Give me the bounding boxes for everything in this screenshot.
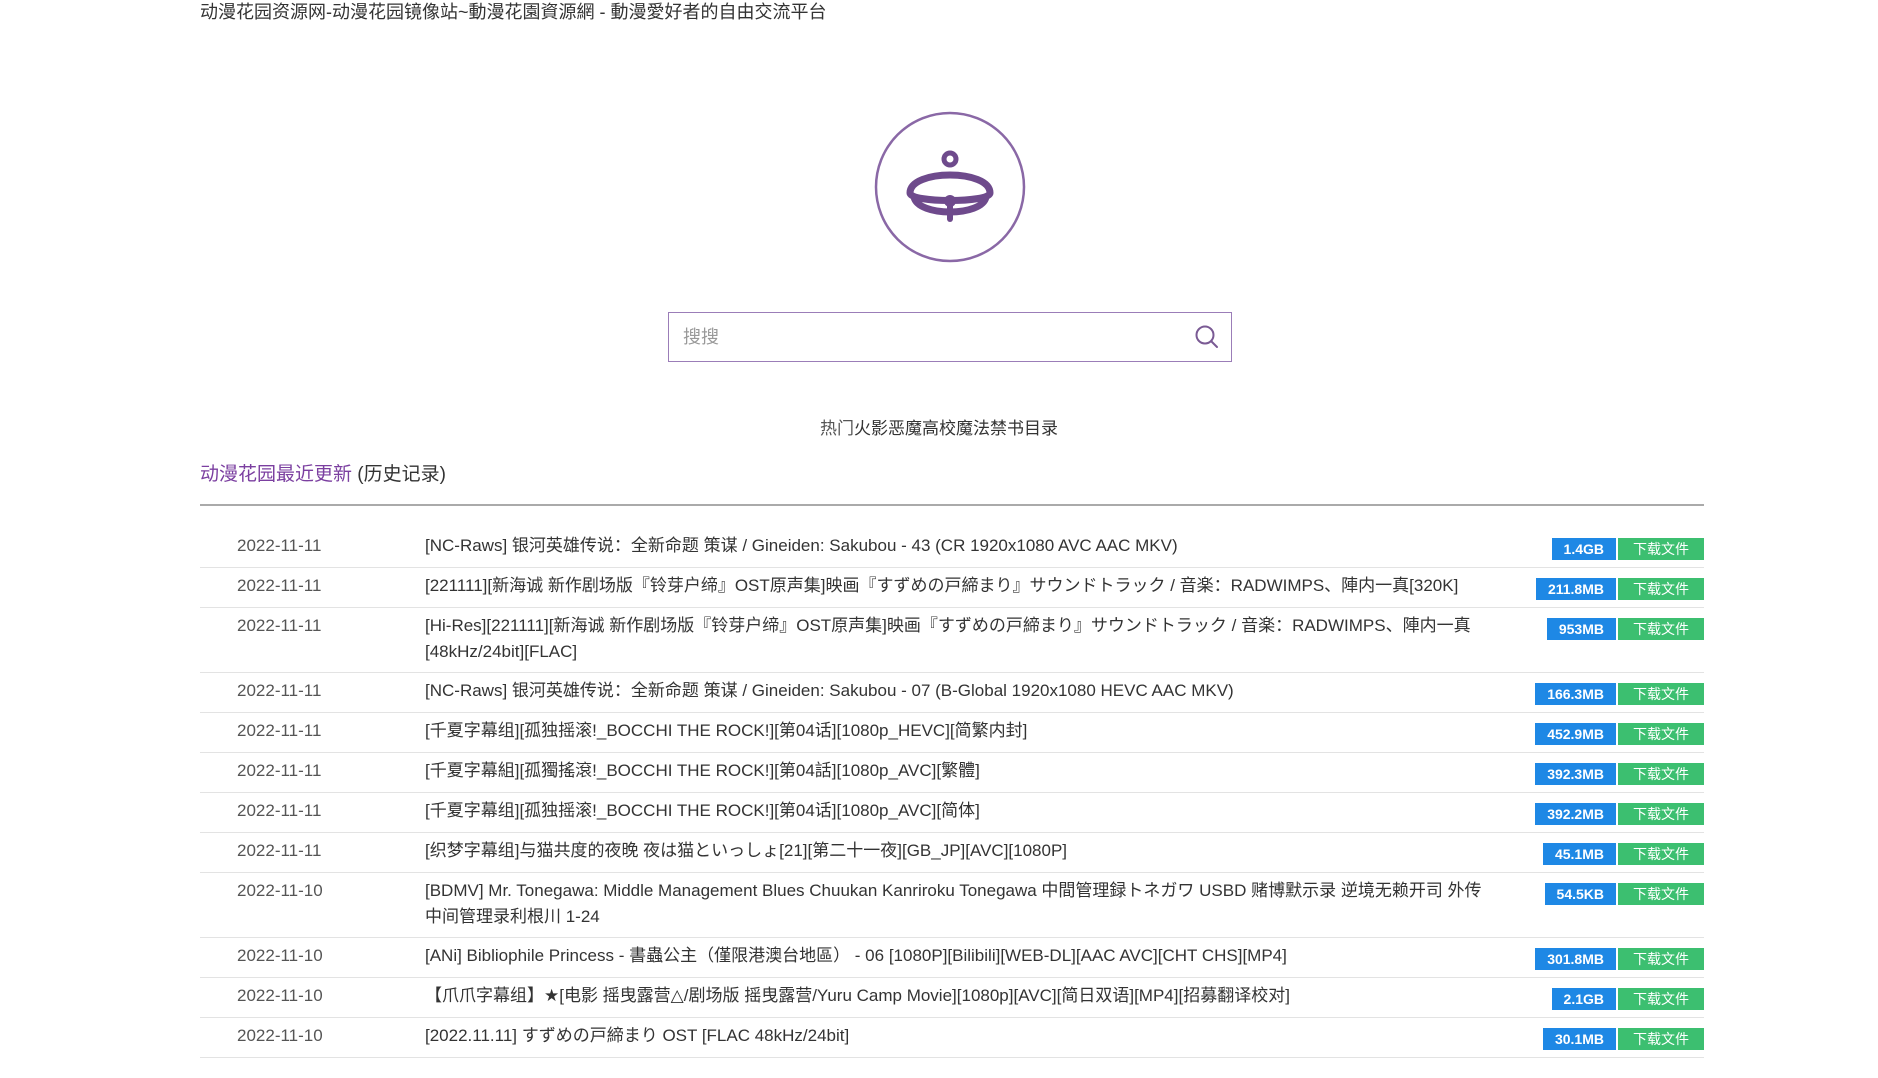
download-button[interactable]: 下载文件 [1618,763,1704,785]
table-row: 2022-11-11 [NC-Raws] 银河英雄传说：全新命题 策谋 / Gi… [200,528,1704,568]
row-date: 2022-11-10 [237,1026,323,1045]
row-date: 2022-11-11 [237,801,322,820]
download-button[interactable]: 下载文件 [1618,883,1704,905]
download-button[interactable]: 下载文件 [1618,538,1704,560]
download-button[interactable]: 下载文件 [1618,578,1704,600]
table-row: 2022-11-11 [千夏字幕组][孤独摇滚!_BOCCHI THE ROCK… [200,713,1704,753]
search-box [668,312,1232,362]
hot-link[interactable]: 恶魔 [888,419,922,438]
table-row: 2022-11-11 [221111][新海诚 新作剧场版『铃芽户缔』OST原声… [200,568,1704,608]
table-row: 2022-11-11 [Hi-Res][221111][新海诚 新作剧场版『铃芽… [200,608,1704,673]
site-title[interactable]: 动漫花园资源网-动漫花园镜像站~動漫花園資源網 - 動漫愛好者的自由交流平台 [200,0,827,24]
row-date: 2022-11-10 [237,946,323,965]
row-date: 2022-11-10 [237,986,323,1005]
row-title-link[interactable]: [织梦字幕组]与猫共度的夜晚 夜は猫といっしょ[21][第二十一夜][GB_JP… [425,838,1495,864]
row-title-link[interactable]: [千夏字幕组][孤独摇滚!_BOCCHI THE ROCK!][第04话][10… [425,798,1495,824]
row-title-link[interactable]: [BDMV] Mr. Tonegawa: Middle Management B… [425,878,1495,930]
download-button[interactable]: 下载文件 [1618,1028,1704,1050]
size-badge: 2.1GB [1551,988,1616,1010]
row-date: 2022-11-11 [237,681,322,700]
size-badge: 45.1MB [1542,843,1616,865]
size-badge: 211.8MB [1535,578,1616,600]
size-badge: 452.9MB [1535,723,1616,745]
hot-link[interactable]: 魔法禁书目录 [956,419,1058,438]
size-badge: 392.2MB [1535,803,1616,825]
row-date: 2022-11-11 [237,616,322,635]
size-badge: 301.8MB [1535,948,1616,970]
table-row: 2022-11-10 [ANi] Bibliophile Princess - … [200,938,1704,978]
recent-title: 动漫花园最近更新 [200,464,353,485]
bell-logo-icon[interactable] [874,111,1026,263]
row-title-link[interactable]: [千夏字幕組][孤獨搖滾!_BOCCHI THE ROCK!][第04話][10… [425,758,1495,784]
size-badge: 953MB [1546,618,1616,640]
row-title-link[interactable]: [NC-Raws] 银河英雄传说：全新命题 策谋 / Gineiden: Sak… [425,678,1495,704]
table-row: 2022-11-11 [NC-Raws] 银河英雄传说：全新命题 策谋 / Gi… [200,673,1704,713]
table-row: 2022-11-10 [2022.11.11] すずめの戸締まり OST [FL… [200,1018,1704,1058]
download-button[interactable]: 下载文件 [1618,683,1704,705]
row-title-link[interactable]: [千夏字幕组][孤独摇滚!_BOCCHI THE ROCK!][第04话][10… [425,718,1495,744]
resource-list: 2022-11-11 [NC-Raws] 银河英雄传说：全新命题 策谋 / Gi… [200,528,1704,1058]
table-row: 2022-11-11 [织梦字幕组]与猫共度的夜晚 夜は猫といっしょ[21][第… [200,833,1704,873]
download-button[interactable]: 下载文件 [1618,988,1704,1010]
history-link[interactable]: (历史记录) [357,464,446,485]
table-row: 2022-11-11 [千夏字幕組][孤獨搖滾!_BOCCHI THE ROCK… [200,753,1704,793]
row-date: 2022-11-11 [237,841,322,860]
download-button[interactable]: 下载文件 [1618,723,1704,745]
row-title-link[interactable]: [NC-Raws] 银河英雄传说：全新命题 策谋 / Gineiden: Sak… [425,533,1495,559]
hot-label: 热门 [820,419,854,438]
row-date: 2022-11-10 [237,881,323,900]
row-date: 2022-11-11 [237,721,322,740]
row-date: 2022-11-11 [237,576,322,595]
size-badge: 166.3MB [1535,683,1616,705]
recent-header: 动漫花园最近更新 (历史记录) [200,462,446,488]
row-title-link[interactable]: 【爪爪字幕组】★[电影 摇曳露营△/剧场版 摇曳露营/Yuru Camp Mov… [425,983,1495,1009]
row-title-link[interactable]: [Hi-Res][221111][新海诚 新作剧场版『铃芽户缔』OST原声集]映… [425,613,1495,665]
download-button[interactable]: 下载文件 [1618,948,1704,970]
row-date: 2022-11-11 [237,536,322,555]
size-badge: 392.3MB [1535,763,1616,785]
row-title-link[interactable]: [221111][新海诚 新作剧场版『铃芽户缔』OST原声集]映画『すずめの戸締… [425,573,1495,599]
table-row: 2022-11-10 [BDMV] Mr. Tonegawa: Middle M… [200,873,1704,938]
size-badge: 1.4GB [1551,538,1616,560]
table-row: 2022-11-10 【爪爪字幕组】★[电影 摇曳露营△/剧场版 摇曳露营/Yu… [200,978,1704,1018]
table-row: 2022-11-11 [千夏字幕组][孤独摇滚!_BOCCHI THE ROCK… [200,793,1704,833]
hot-link[interactable]: 火影 [854,419,888,438]
bell-logo-svg [874,111,1026,263]
size-badge: 30.1MB [1542,1028,1616,1050]
row-title-link[interactable]: [2022.11.11] すずめの戸締まり OST [FLAC 48kHz/24… [425,1023,1495,1049]
search-icon[interactable] [1183,313,1231,361]
divider [200,504,1704,506]
row-title-link[interactable]: [ANi] Bibliophile Princess - 書蟲公主（僅限港澳台地… [425,943,1495,969]
download-button[interactable]: 下载文件 [1618,803,1704,825]
size-badge: 54.5KB [1544,883,1616,905]
row-date: 2022-11-11 [237,761,322,780]
download-button[interactable]: 下载文件 [1618,843,1704,865]
hot-keywords: 热门火影恶魔高校魔法禁书目录 [0,414,1878,439]
hot-link[interactable]: 高校 [922,419,956,438]
download-button[interactable]: 下载文件 [1618,618,1704,640]
search-input[interactable] [669,313,1183,361]
